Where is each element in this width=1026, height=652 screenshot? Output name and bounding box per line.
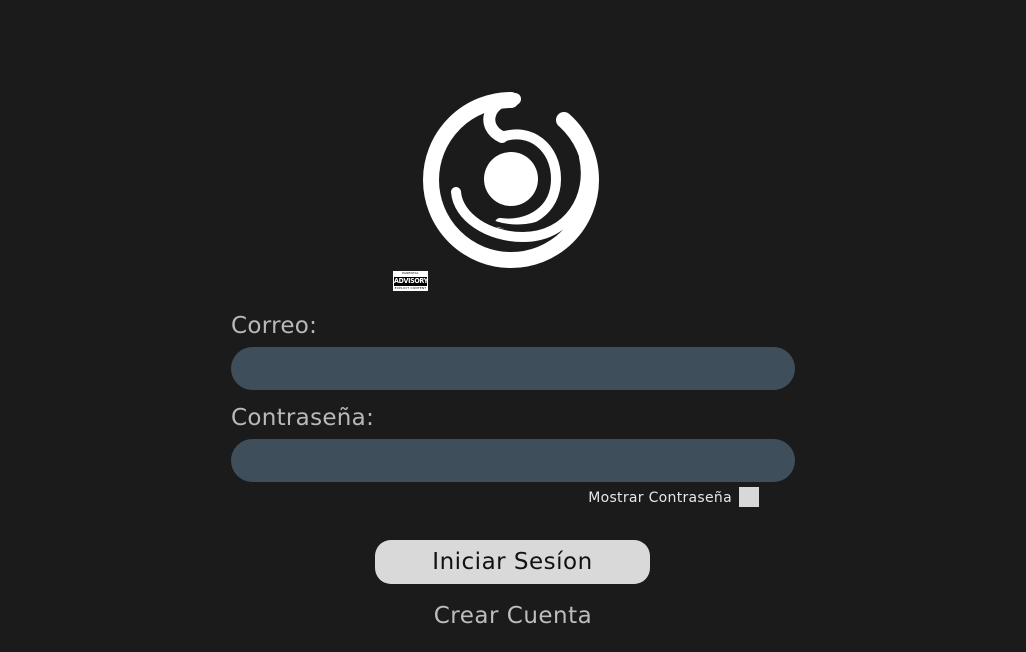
email-label: Correo: bbox=[231, 313, 318, 339]
create-account-link[interactable]: Crear Cuenta bbox=[434, 603, 593, 629]
advisory-top-text: PARENTAL bbox=[402, 271, 419, 275]
password-field[interactable] bbox=[231, 439, 795, 482]
password-label: Contraseña: bbox=[231, 405, 375, 431]
show-password-checkbox[interactable] bbox=[739, 487, 759, 507]
login-button[interactable]: Iniciar Sesíon bbox=[375, 540, 650, 584]
show-password-label: Mostrar Contraseña bbox=[588, 490, 732, 506]
advisory-middle-text: ADVISORY bbox=[394, 276, 428, 286]
create-account-row: Crear Cuenta bbox=[0, 601, 1026, 631]
parental-advisory-badge: PARENTAL ADVISORY EXPLICIT CONTENT bbox=[393, 271, 428, 291]
login-screen: PARENTAL ADVISORY EXPLICIT CONTENT Corre… bbox=[0, 0, 1026, 652]
advisory-bottom-text: EXPLICIT CONTENT bbox=[394, 286, 427, 290]
email-field[interactable] bbox=[231, 347, 795, 390]
spiral-disc-logo-icon bbox=[423, 92, 600, 268]
